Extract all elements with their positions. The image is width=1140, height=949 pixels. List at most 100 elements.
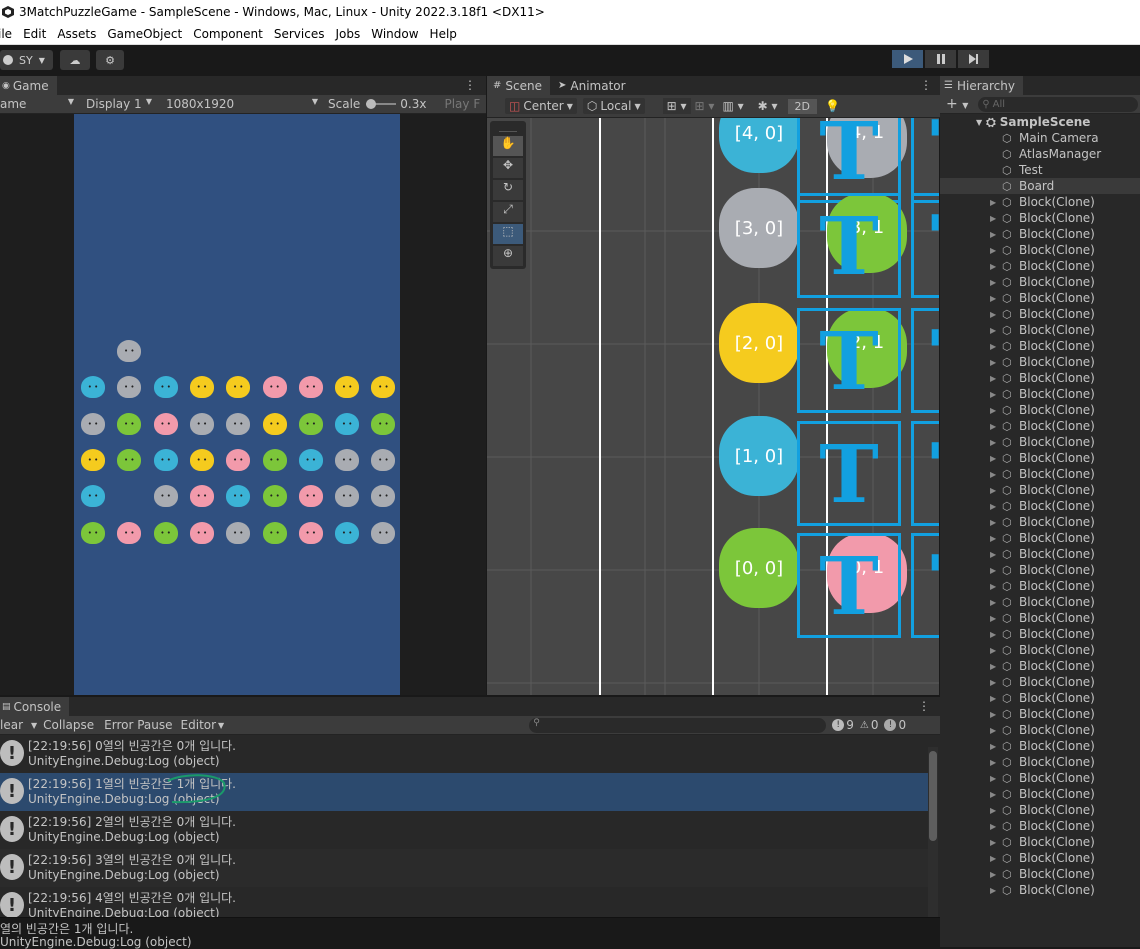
hand-tool-icon[interactable]: ✋: [493, 136, 523, 156]
hierarchy-item-block[interactable]: ▶ ⬡ Block(Clone): [940, 706, 1140, 722]
tab-console[interactable]: ▤ Console: [0, 697, 70, 716]
lighting-icon[interactable]: 💡: [825, 99, 840, 113]
hierarchy-item[interactable]: ⬡ Main Camera: [940, 130, 1140, 146]
hierarchy-item-block[interactable]: ▶ ⬡ Block(Clone): [940, 882, 1140, 898]
hierarchy-item-block[interactable]: ▶ ⬡ Block(Clone): [940, 210, 1140, 226]
rotate-tool-icon[interactable]: ↻: [493, 180, 523, 200]
text-mesh-box[interactable]: T: [797, 421, 901, 526]
chevron-right-icon[interactable]: ▶: [990, 198, 996, 207]
menu-jobs[interactable]: Jobs: [335, 27, 360, 41]
tab-hierarchy[interactable]: ☰ Hierarchy: [940, 76, 1023, 95]
hierarchy-item-block[interactable]: ▶ ⬡ Block(Clone): [940, 370, 1140, 386]
hierarchy-item-block[interactable]: ▶ ⬡ Block(Clone): [940, 818, 1140, 834]
chevron-right-icon[interactable]: ▶: [990, 678, 996, 687]
hierarchy-item-block[interactable]: ▶ ⬡ Block(Clone): [940, 690, 1140, 706]
menu-help[interactable]: Help: [430, 27, 457, 41]
menu-services[interactable]: Services: [274, 27, 325, 41]
hierarchy-item-block[interactable]: ▶ ⬡ Block(Clone): [940, 514, 1140, 530]
panel-menu-icon[interactable]: ⋮: [920, 78, 932, 92]
scene-view[interactable]: ✋ ✥ ↻ ⤢ ⬚ ⊕ [4, 0]4, 1T'[3, 0]3, 1T'[2, …: [487, 118, 939, 695]
chevron-right-icon[interactable]: ▶: [990, 502, 996, 511]
hierarchy-item-block[interactable]: ▶ ⬡ Block(Clone): [940, 866, 1140, 882]
chevron-right-icon[interactable]: ▶: [990, 710, 996, 719]
hierarchy-item[interactable]: ⬡ Board: [940, 178, 1140, 194]
log-entry[interactable]: ! [22:19:56] 1열의 빈공간은 1개 입니다. UnityEngine.…: [0, 773, 928, 811]
frog-block[interactable]: [0, 0]: [719, 528, 799, 608]
text-mesh-box[interactable]: ': [911, 421, 939, 526]
scene-root[interactable]: ▼ ⛭ SampleScene: [976, 114, 1090, 130]
error-count-toggle[interactable]: ! 0: [884, 718, 906, 732]
game-view[interactable]: • • • • • • • • • • • • • • • • • • • • • • • • • • •…: [0, 114, 486, 695]
text-mesh-box[interactable]: T: [797, 193, 901, 298]
hierarchy-search[interactable]: ⚲ All: [978, 96, 1139, 112]
hierarchy-item-block[interactable]: ▶ ⬡ Block(Clone): [940, 194, 1140, 210]
hierarchy-item-block[interactable]: ▶ ⬡ Block(Clone): [940, 770, 1140, 786]
chevron-right-icon[interactable]: ▶: [990, 518, 996, 527]
hierarchy-item-block[interactable]: ▶ ⬡ Block(Clone): [940, 306, 1140, 322]
chevron-right-icon[interactable]: ▶: [990, 694, 996, 703]
chevron-right-icon[interactable]: ▶: [990, 630, 996, 639]
tab-game[interactable]: ◉ Game: [0, 76, 57, 95]
chevron-right-icon[interactable]: ▶: [990, 566, 996, 575]
hierarchy-item-block[interactable]: ▶ ⬡ Block(Clone): [940, 786, 1140, 802]
chevron-right-icon[interactable]: ▶: [990, 806, 996, 815]
chevron-right-icon[interactable]: ▶: [990, 598, 996, 607]
play-button[interactable]: [892, 50, 923, 68]
increment-snap-button[interactable]: ⊞ ▾: [695, 99, 715, 113]
scale-tool-icon[interactable]: ⤢: [493, 202, 523, 222]
play-focused-toggle[interactable]: Play F: [444, 97, 480, 111]
cat-block[interactable]: [3, 0]: [719, 188, 799, 268]
text-mesh-box[interactable]: ': [911, 118, 939, 203]
chevron-right-icon[interactable]: ▶: [990, 886, 996, 895]
tab-scene[interactable]: # Scene: [487, 76, 550, 95]
grid-snap-button[interactable]: ⊞ ▾: [662, 98, 691, 114]
chevron-right-icon[interactable]: ▶: [990, 774, 996, 783]
hierarchy-item-block[interactable]: ▶ ⬡ Block(Clone): [940, 546, 1140, 562]
chevron-right-icon[interactable]: ▶: [990, 758, 996, 767]
hierarchy-item-block[interactable]: ▶ ⬡ Block(Clone): [940, 578, 1140, 594]
hierarchy-item-block[interactable]: ▶ ⬡ Block(Clone): [940, 418, 1140, 434]
chevron-right-icon[interactable]: ▶: [990, 406, 996, 415]
log-entry[interactable]: ! [22:19:56] 3열의 빈공간은 0개 입니다. UnityEngine.…: [0, 849, 928, 887]
rect-tool-icon[interactable]: ⬚: [493, 224, 523, 244]
chevron-right-icon[interactable]: ▶: [990, 470, 996, 479]
hierarchy-item-block[interactable]: ▶ ⬡ Block(Clone): [940, 434, 1140, 450]
hierarchy-item-block[interactable]: ▶ ⬡ Block(Clone): [940, 386, 1140, 402]
hierarchy-item-block[interactable]: ▶ ⬡ Block(Clone): [940, 322, 1140, 338]
clear-button[interactable]: lear ▼: [0, 718, 37, 732]
chevron-right-icon[interactable]: ▶: [990, 358, 996, 367]
collapse-button[interactable]: Collapse: [43, 718, 94, 732]
chevron-right-icon[interactable]: ▶: [990, 438, 996, 447]
hierarchy-item-block[interactable]: ▶ ⬡ Block(Clone): [940, 338, 1140, 354]
log-entry[interactable]: ! [22:19:56] 2열의 빈공간은 0개 입니다. UnityEngine.…: [0, 811, 928, 849]
hierarchy-item-block[interactable]: ▶ ⬡ Block(Clone): [940, 850, 1140, 866]
chevron-right-icon[interactable]: ▶: [990, 822, 996, 831]
collab-button[interactable]: ⚙: [96, 50, 124, 70]
drag-handle[interactable]: [499, 124, 517, 132]
console-scrollbar[interactable]: [928, 747, 938, 917]
transform-tool-icon[interactable]: ⊕: [493, 246, 523, 266]
pause-button[interactable]: [925, 50, 956, 68]
add-object-button[interactable]: + ▼: [946, 96, 968, 112]
text-mesh-box[interactable]: ': [911, 308, 939, 413]
scale-slider[interactable]: [366, 98, 397, 110]
chevron-right-icon[interactable]: ▶: [990, 854, 996, 863]
chevron-right-icon[interactable]: ▶: [990, 870, 996, 879]
pivot-dropdown[interactable]: ◫ Center ▼: [505, 98, 577, 114]
chevron-right-icon[interactable]: ▶: [990, 662, 996, 671]
chevron-right-icon[interactable]: ▶: [990, 742, 996, 751]
hierarchy-item-block[interactable]: ▶ ⬡ Block(Clone): [940, 562, 1140, 578]
panel-menu-icon[interactable]: ⋮: [918, 699, 930, 713]
hierarchy-item[interactable]: ⬡ Test: [940, 162, 1140, 178]
hierarchy-item-block[interactable]: ▶ ⬡ Block(Clone): [940, 642, 1140, 658]
hierarchy-item-block[interactable]: ▶ ⬡ Block(Clone): [940, 402, 1140, 418]
move-tool-icon[interactable]: ✥: [493, 158, 523, 178]
chick-block[interactable]: [2, 0]: [719, 303, 799, 383]
hierarchy-item-block[interactable]: ▶ ⬡ Block(Clone): [940, 242, 1140, 258]
warning-count-toggle[interactable]: ⚠ 0: [860, 718, 879, 732]
space-dropdown[interactable]: ⬡ Local ▼: [582, 98, 645, 114]
chevron-right-icon[interactable]: ▶: [990, 550, 996, 559]
hierarchy-item-block[interactable]: ▶ ⬡ Block(Clone): [940, 530, 1140, 546]
hierarchy-item-block[interactable]: ▶ ⬡ Block(Clone): [940, 738, 1140, 754]
tab-animator[interactable]: ➤ Animator: [550, 76, 634, 95]
